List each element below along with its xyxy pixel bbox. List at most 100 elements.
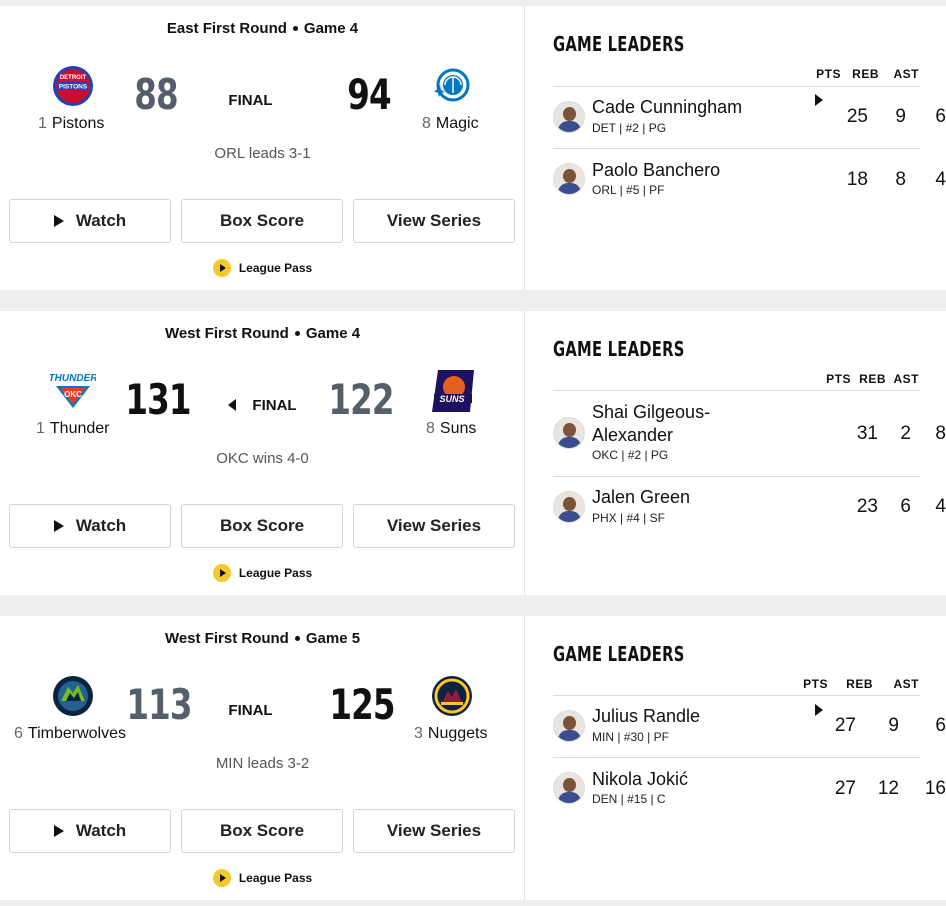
view-series-button[interactable]: View Series — [353, 809, 515, 853]
player-reb: 8 — [895, 169, 906, 190]
player-ast: 8 — [935, 423, 946, 444]
separator-dot — [294, 330, 300, 336]
box-score-label: Box Score — [219, 211, 305, 230]
separator-dot — [294, 635, 300, 641]
league-pass-link[interactable]: League Pass — [0, 564, 525, 583]
league-pass-label: League Pass — [238, 566, 313, 581]
league-pass-link[interactable]: League Pass — [0, 869, 525, 888]
box-score-button[interactable]: Box Score — [181, 199, 343, 243]
player-meta: MIN | #30 | PF — [592, 730, 669, 744]
watch-label: Watch — [75, 516, 127, 535]
view-series-label: View Series — [386, 821, 482, 840]
league-pass-play-icon — [212, 259, 231, 277]
round-label: West First Round Game 5 — [0, 630, 525, 647]
player-pts: 27 — [834, 715, 856, 736]
team-seed: 1 — [36, 420, 45, 437]
reb-header: REB — [852, 67, 879, 81]
round-label: East First Round Game 4 — [0, 20, 525, 37]
home-team[interactable]: 3 Nuggets — [414, 725, 488, 743]
leader-row[interactable]: Shai Gilgeous- Alexander OKC | #2 | PG 3… — [553, 390, 946, 476]
play-icon — [53, 520, 64, 532]
magic-logo-icon[interactable] — [430, 65, 472, 107]
player-name[interactable]: Julius Randle — [592, 705, 700, 728]
league-pass-play-icon — [212, 564, 231, 582]
away-score: 88 — [134, 70, 178, 119]
ast-header: AST — [893, 372, 919, 386]
game-number: Game 5 — [305, 630, 361, 647]
team-seed: 1 — [38, 115, 47, 132]
home-score: 94 — [347, 70, 391, 119]
box-score-label: Box Score — [219, 821, 305, 840]
player-name[interactable]: Paolo Banchero — [592, 159, 720, 182]
home-score: 125 — [329, 680, 395, 729]
player-meta: ORL | #5 | PF — [592, 183, 665, 197]
player-headshot — [553, 163, 585, 195]
final-label: FINAL — [228, 702, 273, 719]
game-status: FINAL — [200, 92, 823, 109]
game-leaders: GAME LEADERS PTS REB AST Cade Cunningham… — [526, 6, 946, 290]
team-name: Suns — [439, 420, 477, 437]
player-reb: 9 — [895, 106, 906, 127]
svg-text:PISTONS: PISTONS — [59, 84, 88, 91]
watch-label: Watch — [75, 821, 127, 840]
league-pass-label: League Pass — [238, 261, 313, 276]
round-name: West First Round — [164, 325, 289, 342]
leader-row[interactable]: Julius Randle MIN | #30 | PF 27 9 6 — [553, 695, 946, 757]
away-score: 113 — [126, 680, 192, 729]
ast-header: AST — [893, 67, 919, 81]
home-score: 122 — [328, 375, 394, 424]
team-name: Thunder — [49, 420, 110, 437]
league-pass-link[interactable]: League Pass — [0, 259, 525, 278]
away-team[interactable]: 1 Thunder — [36, 420, 110, 438]
final-label: FINAL — [228, 92, 273, 109]
box-score-button[interactable]: Box Score — [181, 809, 343, 853]
leader-row[interactable]: Jalen Green PHX | #4 | SF 23 6 4 — [553, 476, 946, 538]
player-ast: 6 — [935, 715, 946, 736]
view-series-label: View Series — [386, 516, 482, 535]
home-team[interactable]: 8 Suns — [426, 420, 476, 438]
watch-button[interactable]: Watch — [9, 809, 171, 853]
player-reb: 9 — [888, 715, 899, 736]
nuggets-logo-icon[interactable] — [431, 675, 473, 717]
leader-row[interactable]: Nikola Jokić DEN | #15 | C 27 12 16 — [553, 757, 946, 819]
player-name[interactable]: Cade Cunningham — [592, 96, 742, 119]
pts-header: PTS — [826, 372, 851, 386]
leader-row[interactable]: Paolo Banchero ORL | #5 | PF 18 8 4 — [553, 148, 946, 210]
player-ast: 16 — [924, 778, 946, 799]
team-seed: 3 — [414, 725, 423, 742]
player-name[interactable]: Jalen Green — [592, 486, 690, 509]
separator-dot — [292, 25, 298, 31]
player-headshot — [553, 772, 585, 804]
leader-row[interactable]: Cade Cunningham DET | #2 | PG 25 9 6 — [553, 86, 946, 148]
watch-button[interactable]: Watch — [9, 199, 171, 243]
player-name-line2[interactable]: Alexander — [592, 424, 673, 447]
view-series-button[interactable]: View Series — [353, 504, 515, 548]
box-score-label: Box Score — [219, 516, 305, 535]
box-score-button[interactable]: Box Score — [181, 504, 343, 548]
play-icon — [53, 825, 64, 837]
home-team[interactable]: 8 Magic — [422, 115, 479, 133]
pts-header: PTS — [803, 677, 828, 691]
player-name[interactable]: Shai Gilgeous- — [592, 401, 710, 424]
game-summary: East First Round Game 4 DETROIT PISTONS 1… — [0, 6, 823, 290]
final-label: FINAL — [252, 397, 297, 414]
game-number: Game 4 — [303, 20, 359, 37]
view-series-label: View Series — [386, 211, 482, 230]
watch-button[interactable]: Watch — [9, 504, 171, 548]
watch-label: Watch — [75, 211, 127, 230]
series-status: MIN leads 3-2 — [215, 755, 310, 772]
round-label: West First Round Game 4 — [0, 325, 525, 342]
suns-logo-icon[interactable]: SUNS — [430, 370, 474, 412]
team-seed: 8 — [422, 115, 431, 132]
player-ast: 4 — [935, 169, 946, 190]
view-series-button[interactable]: View Series — [353, 199, 515, 243]
game-number: Game 4 — [305, 325, 361, 342]
round-name: West First Round — [164, 630, 289, 647]
pistons-logo-icon[interactable]: DETROIT PISTONS — [52, 65, 94, 107]
player-name[interactable]: Nikola Jokić — [592, 768, 688, 791]
reb-header: REB — [846, 677, 873, 691]
timberwolves-logo-icon[interactable] — [52, 675, 94, 717]
thunder-logo-icon[interactable]: THUNDER OKC — [50, 370, 96, 412]
away-team[interactable]: 1 Pistons — [38, 115, 104, 133]
away-team[interactable]: 6 Timberwolves — [14, 725, 126, 743]
